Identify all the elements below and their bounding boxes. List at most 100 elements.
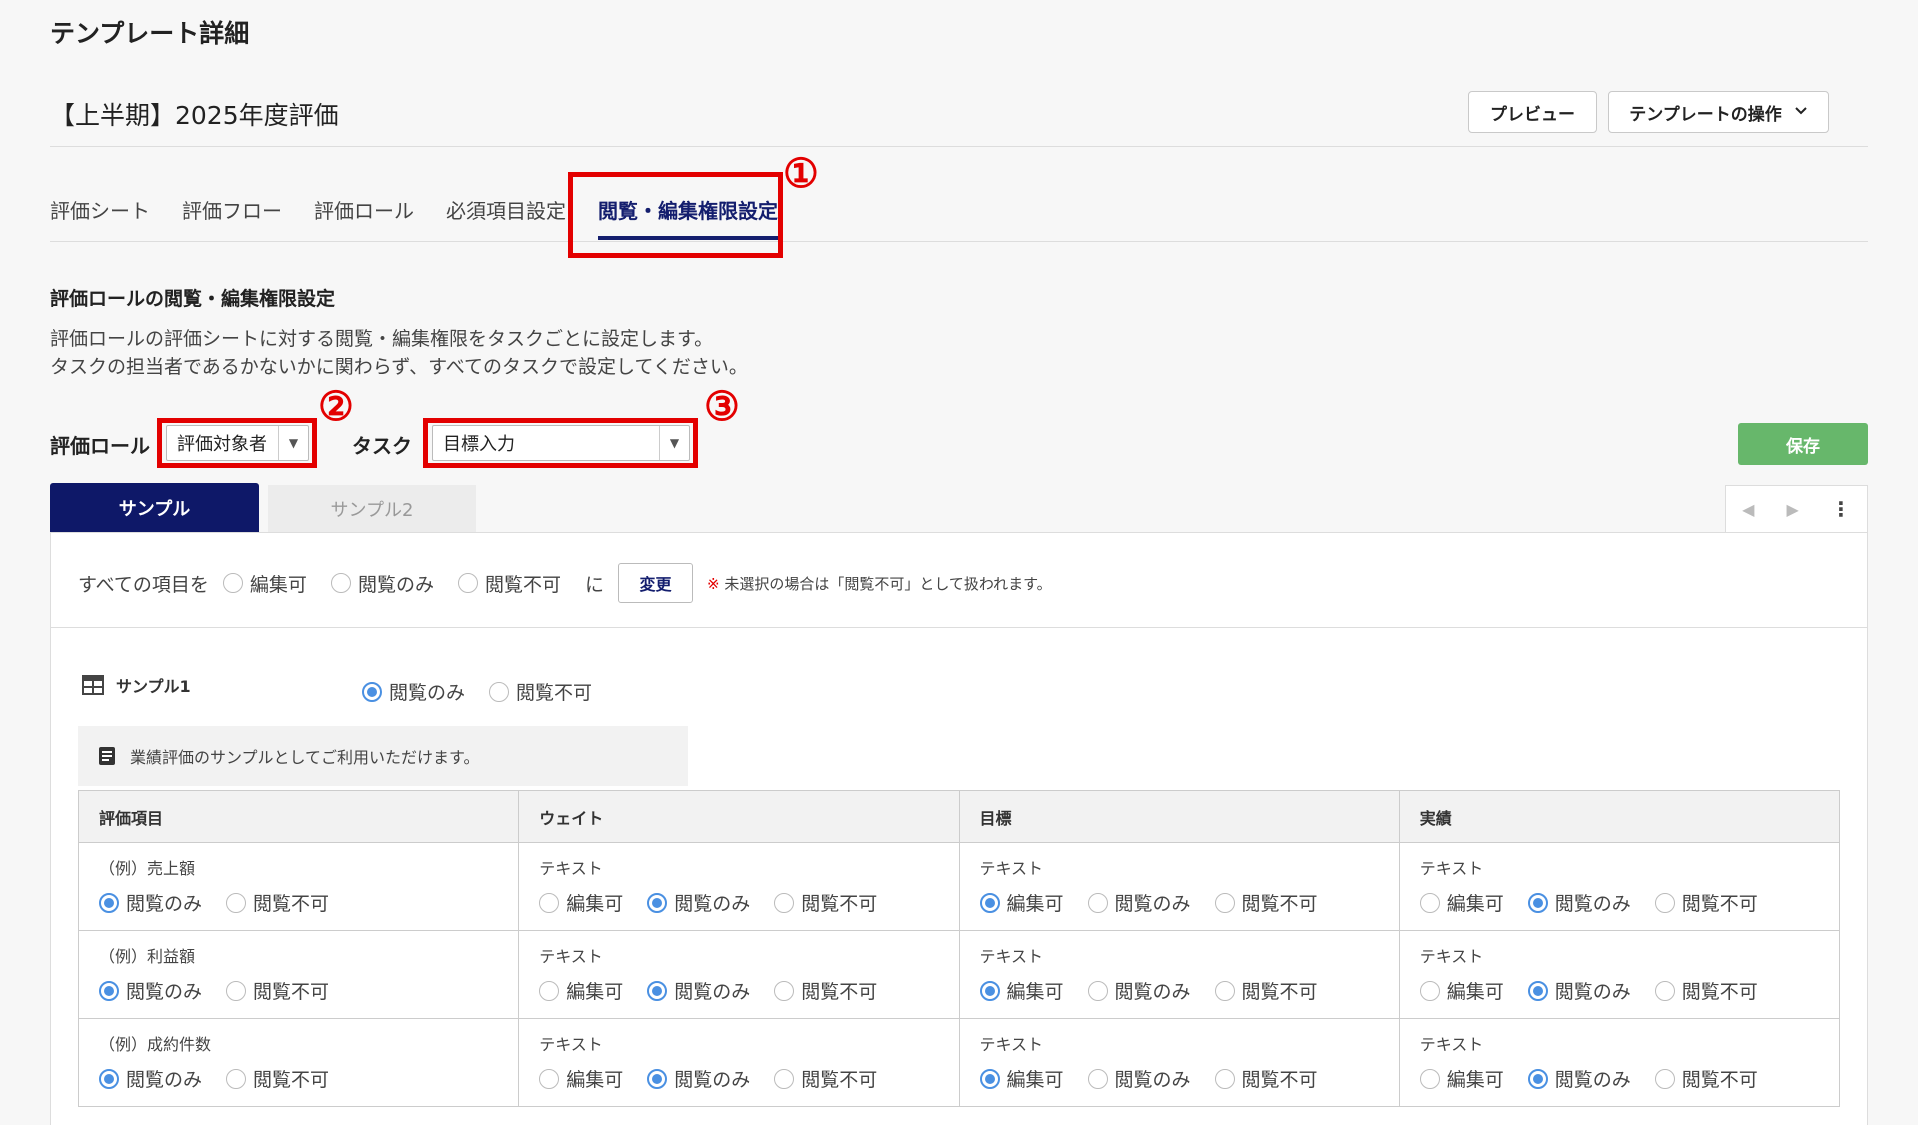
radio-circle-icon bbox=[774, 980, 795, 1001]
preview-button[interactable]: プレビュー bbox=[1468, 91, 1597, 133]
radio-view-only[interactable]: 閲覧のみ bbox=[647, 977, 750, 1004]
sample1-radio-view-only-label: 閲覧のみ bbox=[389, 682, 466, 704]
column-header-weight: ウェイト bbox=[518, 790, 960, 843]
radio-label: 閲覧のみ bbox=[1554, 981, 1631, 1003]
sample1-radio-view-only[interactable]: 閲覧のみ bbox=[362, 678, 465, 705]
radio-circle-icon bbox=[1214, 892, 1235, 913]
radio-label: 閲覧不可 bbox=[1681, 981, 1758, 1003]
radio-view-only[interactable]: 閲覧のみ bbox=[1087, 1065, 1191, 1092]
radio-label: 閲覧不可 bbox=[1241, 981, 1318, 1003]
weight-label: テキスト bbox=[539, 947, 603, 966]
radio-view-only[interactable]: 閲覧のみ bbox=[99, 1065, 202, 1092]
radio-selected-icon bbox=[99, 892, 119, 913]
radio-circle-icon bbox=[1214, 980, 1235, 1001]
bulk-radio-edit[interactable]: 編集可 bbox=[222, 570, 307, 597]
template-name: 【上半期】2025年度評価 bbox=[50, 101, 339, 130]
radio-edit[interactable]: 編集可 bbox=[979, 977, 1064, 1004]
radio-view-only[interactable]: 閲覧のみ bbox=[99, 889, 202, 916]
radio-edit[interactable]: 編集可 bbox=[1419, 1065, 1504, 1092]
change-button[interactable]: 変更 bbox=[617, 563, 693, 603]
tab-evaluation-role[interactable]: 評価ロール bbox=[314, 195, 414, 224]
radio-label: 閲覧のみ bbox=[674, 981, 751, 1003]
task-select[interactable]: 目標入力 ▼ bbox=[432, 425, 690, 461]
role-select[interactable]: 評価対象者 ▼ bbox=[166, 425, 309, 461]
radio-no-view[interactable]: 閲覧不可 bbox=[226, 889, 329, 916]
triangle-right-icon[interactable]: ▶ bbox=[1787, 500, 1799, 519]
triangle-left-icon[interactable]: ◀ bbox=[1742, 500, 1754, 519]
radio-edit[interactable]: 編集可 bbox=[1419, 977, 1504, 1004]
radio-label: 閲覧のみ bbox=[1114, 893, 1191, 915]
item-cell: （例）成約件数 閲覧のみ 閲覧不可 bbox=[77, 1018, 520, 1107]
sheet-tab-sample2[interactable]: サンプル2 bbox=[268, 485, 476, 532]
radio-view-only[interactable]: 閲覧のみ bbox=[1527, 1065, 1631, 1092]
table-icon bbox=[82, 675, 104, 695]
more-vertical-icon[interactable]: ⋮ bbox=[1831, 497, 1851, 521]
radio-group: 編集可 閲覧のみ 閲覧不可 bbox=[979, 889, 1399, 916]
page-title: テンプレート詳細 bbox=[50, 19, 250, 48]
template-operations-button[interactable]: テンプレートの操作 bbox=[1608, 91, 1829, 133]
radio-no-view[interactable]: 閲覧不可 bbox=[774, 977, 877, 1004]
tab-required-items[interactable]: 必須項目設定 bbox=[446, 195, 566, 224]
bulk-radio-edit-label: 編集可 bbox=[249, 573, 307, 596]
radio-edit[interactable]: 編集可 bbox=[539, 889, 623, 916]
radio-edit[interactable]: 編集可 bbox=[979, 889, 1064, 916]
sample1-radio-no-view[interactable]: 閲覧不可 bbox=[489, 678, 592, 705]
radio-label: 編集可 bbox=[1446, 981, 1504, 1003]
radio-view-only[interactable]: 閲覧のみ bbox=[1087, 977, 1191, 1004]
radio-group: 編集可 閲覧のみ 閲覧不可 bbox=[539, 977, 958, 1004]
result-cell: テキスト 編集可 閲覧のみ 閲覧不可 bbox=[1398, 930, 1841, 1019]
radio-edit[interactable]: 編集可 bbox=[539, 977, 623, 1004]
radio-selected-icon bbox=[99, 1068, 119, 1089]
radio-view-only[interactable]: 閲覧のみ bbox=[1527, 889, 1631, 916]
radio-label: 編集可 bbox=[1006, 1069, 1064, 1091]
radio-selected-icon bbox=[1527, 892, 1548, 913]
bulk-radio-no-view[interactable]: 閲覧不可 bbox=[457, 570, 561, 597]
radio-circle-icon bbox=[222, 573, 243, 593]
sample1-radio-group: 閲覧のみ 閲覧不可 bbox=[362, 678, 616, 705]
column-header-goal: 目標 bbox=[958, 790, 1400, 843]
radio-no-view[interactable]: 閲覧不可 bbox=[1654, 1065, 1758, 1092]
weight-label: テキスト bbox=[539, 1035, 603, 1054]
radio-no-view[interactable]: 閲覧不可 bbox=[1214, 1065, 1318, 1092]
radio-label: 閲覧のみ bbox=[1554, 893, 1631, 915]
radio-edit[interactable]: 編集可 bbox=[539, 1065, 623, 1092]
radio-circle-icon bbox=[1419, 1068, 1440, 1089]
radio-no-view[interactable]: 閲覧不可 bbox=[1214, 889, 1318, 916]
radio-no-view[interactable]: 閲覧不可 bbox=[1214, 977, 1318, 1004]
radio-label: 閲覧のみ bbox=[674, 1069, 751, 1091]
radio-edit[interactable]: 編集可 bbox=[979, 1065, 1064, 1092]
radio-no-view[interactable]: 閲覧不可 bbox=[1654, 889, 1758, 916]
radio-edit[interactable]: 編集可 bbox=[1419, 889, 1504, 916]
bulk-radio-view-only[interactable]: 閲覧のみ bbox=[330, 570, 434, 597]
radio-circle-icon bbox=[539, 1068, 560, 1089]
radio-no-view[interactable]: 閲覧不可 bbox=[1654, 977, 1758, 1004]
radio-view-only[interactable]: 閲覧のみ bbox=[1527, 977, 1631, 1004]
radio-group: 閲覧のみ 閲覧不可 bbox=[99, 977, 518, 1004]
radio-label: 閲覧不可 bbox=[1241, 1069, 1318, 1091]
tab-evaluation-flow[interactable]: 評価フロー bbox=[182, 195, 282, 224]
description-line-1: 評価ロールの評価シートに対する閲覧・編集権限をタスクごとに設定します。 bbox=[50, 328, 714, 350]
caret-down-icon: ▼ bbox=[659, 426, 689, 460]
radio-view-only[interactable]: 閲覧のみ bbox=[647, 889, 750, 916]
tab-divider bbox=[50, 241, 1868, 242]
radio-no-view[interactable]: 閲覧不可 bbox=[226, 1065, 329, 1092]
tab-evaluation-sheet[interactable]: 評価シート bbox=[50, 195, 150, 224]
radio-view-only[interactable]: 閲覧のみ bbox=[99, 977, 202, 1004]
radio-label: 閲覧不可 bbox=[801, 981, 878, 1003]
radio-no-view[interactable]: 閲覧不可 bbox=[774, 1065, 877, 1092]
radio-circle-icon bbox=[489, 681, 510, 702]
radio-view-only[interactable]: 閲覧のみ bbox=[647, 1065, 750, 1092]
document-icon bbox=[98, 746, 116, 766]
goal-label: テキスト bbox=[979, 1035, 1044, 1054]
radio-no-view[interactable]: 閲覧不可 bbox=[774, 889, 877, 916]
annotation-number-3: ③ bbox=[704, 383, 740, 430]
radio-view-only[interactable]: 閲覧のみ bbox=[1087, 889, 1191, 916]
save-button[interactable]: 保存 bbox=[1738, 423, 1868, 465]
radio-label: 閲覧不可 bbox=[1681, 893, 1758, 915]
radio-selected-icon bbox=[979, 980, 1000, 1001]
radio-label: 編集可 bbox=[1006, 893, 1064, 915]
radio-no-view[interactable]: 閲覧不可 bbox=[226, 977, 329, 1004]
sheet-tab-sample[interactable]: サンプル bbox=[50, 483, 259, 532]
radio-selected-icon bbox=[647, 980, 668, 1001]
weight-cell: テキスト 編集可 閲覧のみ 閲覧不可 bbox=[518, 842, 960, 931]
